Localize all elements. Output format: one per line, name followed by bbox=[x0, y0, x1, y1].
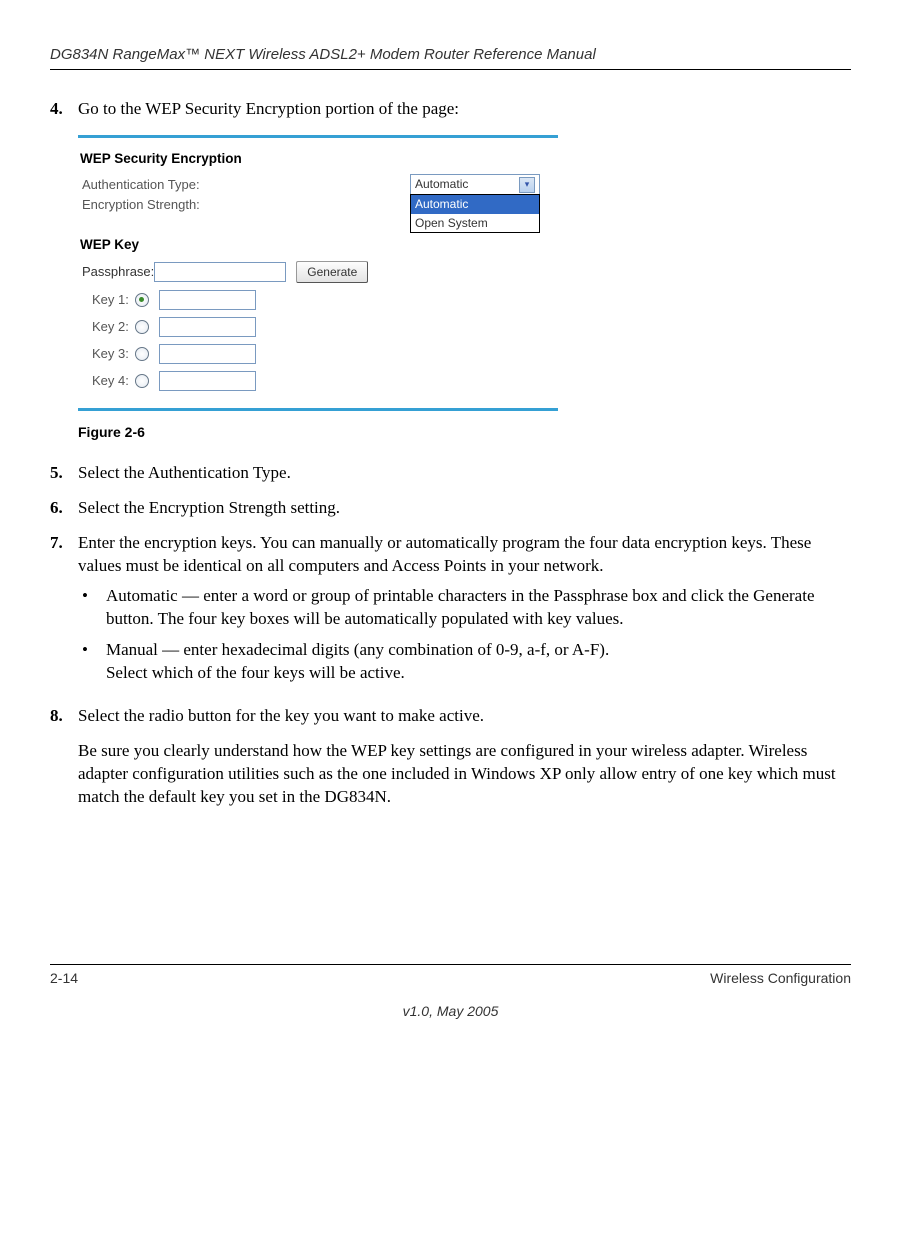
generate-button[interactable]: Generate bbox=[296, 261, 368, 283]
key2-input[interactable] bbox=[159, 317, 256, 337]
auth-type-option-open-system[interactable]: Open System bbox=[411, 214, 539, 232]
step-5-text: Select the Authentication Type. bbox=[78, 462, 851, 485]
key3-radio[interactable] bbox=[135, 347, 149, 361]
auth-type-selected-value: Automatic bbox=[415, 175, 468, 194]
key2-row: Key 2: bbox=[92, 317, 552, 337]
key3-input[interactable] bbox=[159, 344, 256, 364]
key1-input[interactable] bbox=[159, 290, 256, 310]
key1-radio[interactable] bbox=[135, 293, 149, 307]
enc-strength-label: Encryption Strength: bbox=[82, 196, 254, 214]
header-title: DG834N RangeMax™ NEXT Wireless ADSL2+ Mo… bbox=[50, 45, 851, 65]
bullet-manual-line1: Manual — enter hexadecimal digits (any c… bbox=[106, 640, 609, 659]
step-6: 6. Select the Encryption Strength settin… bbox=[50, 497, 851, 520]
bullet-manual: Manual — enter hexadecimal digits (any c… bbox=[78, 639, 851, 685]
step-5-num: 5. bbox=[50, 462, 78, 485]
auth-type-option-automatic[interactable]: Automatic bbox=[411, 195, 539, 213]
page-header: DG834N RangeMax™ NEXT Wireless ADSL2+ Mo… bbox=[50, 45, 851, 70]
step-7-num: 7. bbox=[50, 532, 78, 694]
auth-type-select-display[interactable]: Automatic ▾ bbox=[410, 174, 540, 195]
step-4-num: 4. bbox=[50, 98, 78, 121]
step-5: 5. Select the Authentication Type. bbox=[50, 462, 851, 485]
figure-caption: Figure 2-6 bbox=[78, 423, 851, 442]
key1-row: Key 1: bbox=[92, 290, 552, 310]
auth-type-label: Authentication Type: bbox=[82, 176, 254, 194]
step-7-body: Enter the encryption keys. You can manua… bbox=[78, 532, 851, 694]
footer-page-number: 2-14 bbox=[50, 969, 78, 988]
wep-key-heading: WEP Key bbox=[80, 236, 552, 254]
footer-section-title: Wireless Configuration bbox=[710, 969, 851, 988]
step-7: 7. Enter the encryption keys. You can ma… bbox=[50, 532, 851, 694]
step-8-text: Select the radio button for the key you … bbox=[78, 705, 851, 728]
step-7-text: Enter the encryption keys. You can manua… bbox=[78, 533, 811, 575]
key4-input[interactable] bbox=[159, 371, 256, 391]
page-footer: 2-14 Wireless Configuration v1.0, May 20… bbox=[50, 964, 851, 1021]
step-4-text: Go to the WEP Security Encryption portio… bbox=[78, 98, 851, 121]
auth-type-dropdown-list[interactable]: Automatic Open System bbox=[410, 194, 540, 232]
step-8-num: 8. bbox=[50, 705, 78, 728]
key2-label: Key 2: bbox=[92, 318, 129, 336]
key4-row: Key 4: bbox=[92, 371, 552, 391]
bullet-manual-line2: Select which of the four keys will be ac… bbox=[106, 663, 405, 682]
key3-label: Key 3: bbox=[92, 345, 129, 363]
step-7-bullets: Automatic — enter a word or group of pri… bbox=[78, 585, 851, 685]
wep-panel: WEP Security Encryption Authentication T… bbox=[78, 135, 558, 411]
passphrase-input[interactable] bbox=[154, 262, 286, 282]
footer-rule bbox=[50, 964, 851, 965]
key4-label: Key 4: bbox=[92, 372, 129, 390]
step-4: 4. Go to the WEP Security Encryption por… bbox=[50, 98, 851, 121]
step-8-followup: Be sure you clearly understand how the W… bbox=[78, 740, 851, 809]
bullet-automatic: Automatic — enter a word or group of pri… bbox=[78, 585, 851, 631]
auth-type-select[interactable]: Automatic ▾ Automatic Open System bbox=[410, 174, 540, 195]
key1-label: Key 1: bbox=[92, 291, 129, 309]
figure-2-6: WEP Security Encryption Authentication T… bbox=[78, 135, 851, 442]
step-8: 8. Select the radio button for the key y… bbox=[50, 705, 851, 728]
footer-version: v1.0, May 2005 bbox=[50, 1002, 851, 1021]
chevron-down-icon[interactable]: ▾ bbox=[519, 177, 535, 193]
bullet-automatic-text: Automatic — enter a word or group of pri… bbox=[106, 585, 851, 631]
key2-radio[interactable] bbox=[135, 320, 149, 334]
step-6-text: Select the Encryption Strength setting. bbox=[78, 497, 851, 520]
step-6-num: 6. bbox=[50, 497, 78, 520]
passphrase-label: Passphrase: bbox=[82, 263, 154, 281]
header-rule bbox=[50, 69, 851, 70]
bullet-manual-text: Manual — enter hexadecimal digits (any c… bbox=[106, 639, 609, 685]
key3-row: Key 3: bbox=[92, 344, 552, 364]
wep-security-heading: WEP Security Encryption bbox=[80, 150, 552, 168]
key4-radio[interactable] bbox=[135, 374, 149, 388]
